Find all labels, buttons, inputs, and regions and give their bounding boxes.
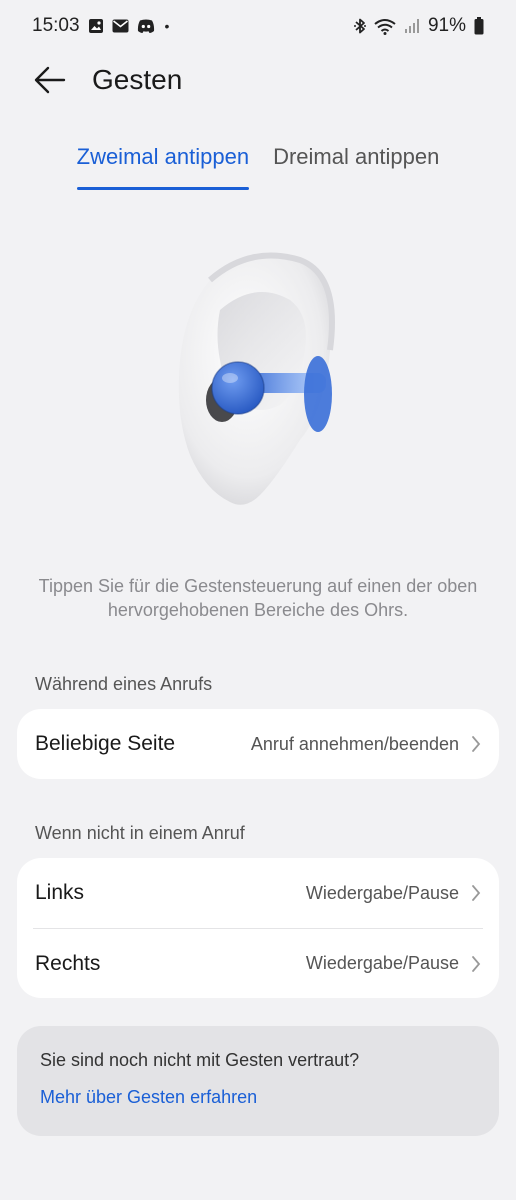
tab-double-tap[interactable]: Zweimal antippen: [76, 140, 250, 190]
info-card: Sie sind noch nicht mit Gesten vertraut?…: [17, 1026, 499, 1136]
row-left[interactable]: Links Wiedergabe/Pause: [17, 858, 499, 928]
row-value: Anruf annehmen/beenden: [250, 733, 459, 754]
battery-percent: 91%: [427, 15, 466, 36]
battery-icon: [474, 17, 484, 35]
chevron-right-icon: [471, 735, 481, 753]
status-bar: 15:03 • 91%: [0, 0, 516, 52]
row-label: Links: [35, 881, 85, 904]
row-label: Beliebige Seite: [35, 732, 176, 755]
discord-icon: [137, 19, 155, 34]
row-value: Wiedergabe/Pause: [305, 882, 459, 903]
back-button[interactable]: [30, 62, 70, 98]
wifi-icon: [374, 18, 396, 35]
tab-bar: Zweimal antippen Dreimal antippen: [0, 140, 516, 190]
learn-more-link[interactable]: Mehr über Gesten erfahren: [40, 1087, 257, 1108]
chevron-right-icon: [471, 884, 481, 902]
chevron-right-icon: [471, 955, 481, 973]
row-right[interactable]: Rechts Wiedergabe/Pause: [33, 928, 483, 998]
ear-illustration: [150, 240, 370, 520]
row-label: Rechts: [35, 951, 101, 975]
tab-triple-tap[interactable]: Dreimal antippen: [273, 140, 439, 190]
mail-icon: [112, 19, 129, 33]
app-bar: Gesten: [0, 52, 516, 108]
gesture-description: Tippen Sie für die Gestensteuerung auf e…: [38, 576, 478, 620]
image-icon: [88, 18, 104, 34]
page-title: Gesten: [92, 64, 183, 95]
status-time: 15:03: [32, 15, 80, 36]
signal-icon: [404, 18, 420, 34]
card-during-call: Beliebige Seite Anruf annehmen/beenden: [17, 709, 499, 779]
status-bar-right: 91%: [353, 15, 484, 37]
section-label-not-in-call: Wenn nicht in einem Anruf: [35, 823, 245, 843]
card-not-in-call: Links Wiedergabe/Pause Rechts Wiedergabe…: [17, 858, 499, 998]
arrow-left-icon: [34, 66, 66, 94]
status-bar-left: 15:03 •: [32, 15, 169, 37]
section-label-during-call: Während eines Anrufs: [35, 674, 213, 694]
bluetooth-icon: [353, 17, 366, 35]
notification-dot: •: [164, 18, 170, 34]
row-any-side[interactable]: Beliebige Seite Anruf annehmen/beenden: [17, 709, 499, 779]
row-value: Wiedergabe/Pause: [305, 953, 459, 973]
info-text: Sie sind noch nicht mit Gesten vertraut?: [40, 1050, 360, 1070]
